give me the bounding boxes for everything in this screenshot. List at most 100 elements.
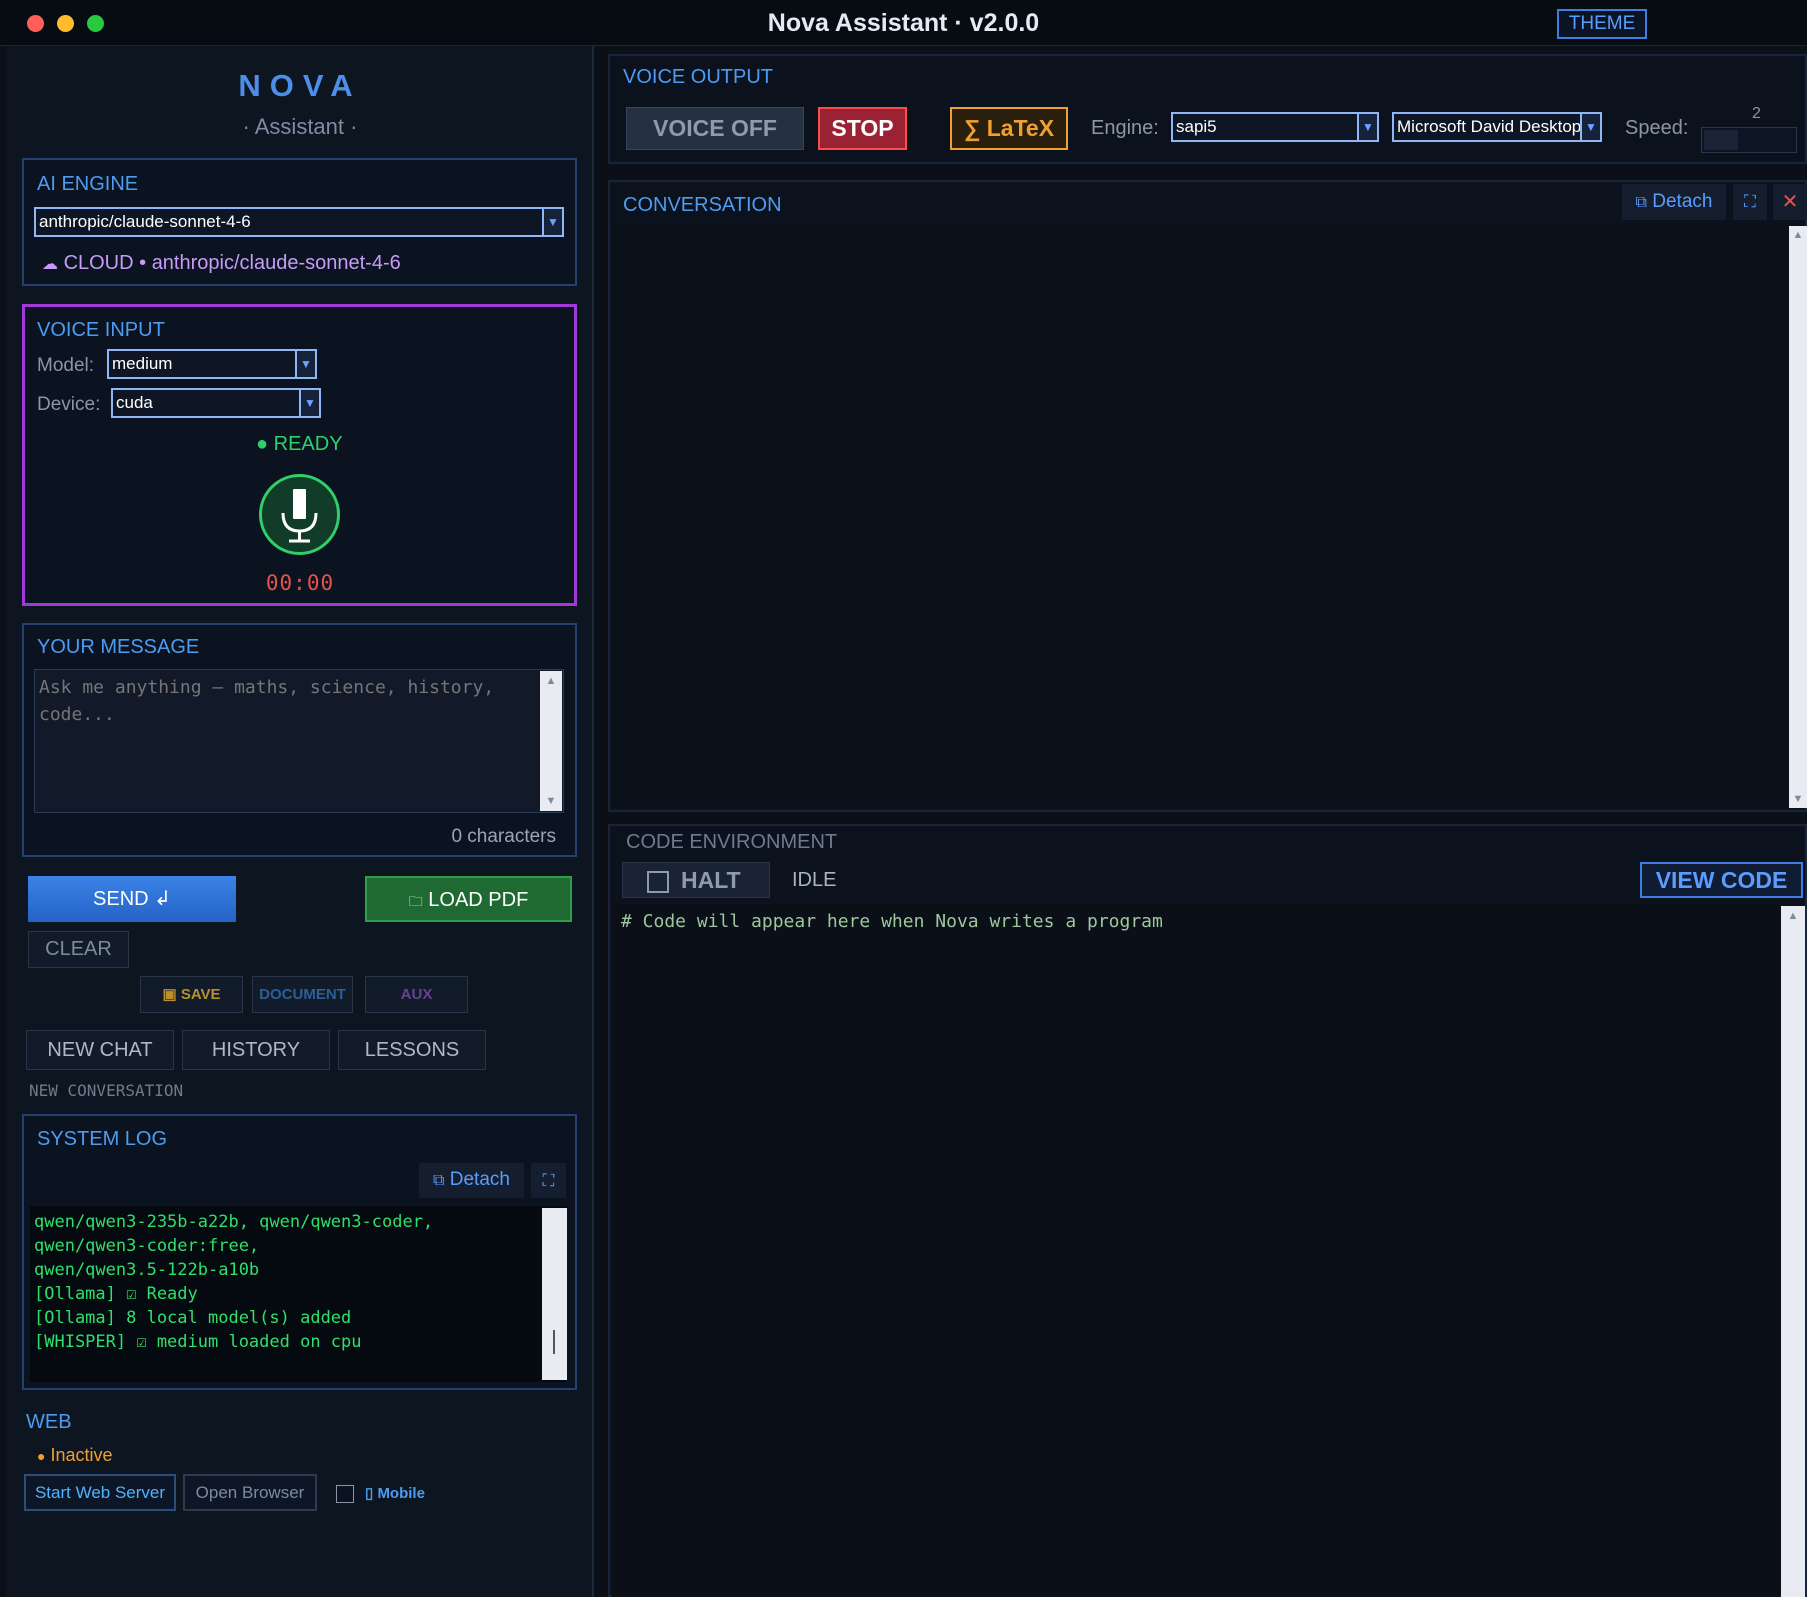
code-placeholder: # Code will appear here when Nova writes… bbox=[621, 911, 1163, 932]
close-icon[interactable]: ✕ bbox=[1773, 184, 1807, 220]
tts-engine-select[interactable]: sapi5 ▼ bbox=[1171, 112, 1379, 142]
device-select[interactable]: cuda ▼ bbox=[111, 388, 321, 418]
model-label: Model: bbox=[37, 355, 95, 376]
microphone-button[interactable] bbox=[259, 474, 340, 555]
view-code-button[interactable]: VIEW CODE bbox=[1640, 862, 1803, 898]
start-web-server-button[interactable]: Start Web Server bbox=[24, 1474, 176, 1511]
open-browser-button[interactable]: Open Browser bbox=[183, 1474, 317, 1511]
brand-subtitle: · Assistant · bbox=[242, 114, 358, 139]
web-status: ● Inactive bbox=[37, 1445, 113, 1466]
send-button[interactable]: SEND ↲ bbox=[28, 876, 236, 922]
new-chat-button[interactable]: NEW CHAT bbox=[26, 1030, 174, 1070]
conversation-scrollbar[interactable]: ▲ ▼ bbox=[1789, 226, 1807, 808]
halt-button[interactable]: HALT bbox=[622, 862, 770, 898]
log-line: [Ollama] 8 local model(s) added bbox=[34, 1308, 352, 1328]
conversation-status: NEW CONVERSATION bbox=[29, 1081, 184, 1100]
tts-voice-value: Microsoft David Desktop bbox=[1397, 117, 1582, 136]
char-count: 0 characters bbox=[451, 826, 556, 847]
mobile-label-text: Mobile bbox=[377, 1485, 425, 1502]
code-environment-title: CODE ENVIRONMENT bbox=[626, 831, 838, 853]
speed-slider[interactable] bbox=[1701, 127, 1797, 153]
message-scrollbar[interactable]: ▲ ▼ bbox=[540, 671, 562, 811]
chevron-down-icon[interactable]: ▼ bbox=[1357, 114, 1377, 140]
save-button[interactable]: ▣ SAVE bbox=[140, 976, 243, 1013]
scroll-up-icon[interactable]: ▲ bbox=[1781, 910, 1805, 922]
web-status-text: Inactive bbox=[50, 1445, 113, 1465]
history-button[interactable]: HISTORY bbox=[182, 1030, 330, 1070]
conversation-display bbox=[612, 224, 1788, 808]
scroll-up-icon[interactable]: ▲ bbox=[540, 675, 562, 687]
detach-icon: ⧉ bbox=[1635, 194, 1647, 211]
speed-value: 2 bbox=[1752, 105, 1761, 122]
code-editor[interactable] bbox=[612, 904, 1780, 1597]
voice-input-title: VOICE INPUT bbox=[37, 319, 165, 341]
chevron-down-icon[interactable]: ▼ bbox=[1580, 114, 1600, 140]
voice-status: ● READY bbox=[256, 433, 343, 455]
tts-voice-select[interactable]: Microsoft David Desktop ▼ bbox=[1392, 112, 1602, 142]
save-label: SAVE bbox=[180, 986, 221, 1003]
ai-engine-title: AI ENGINE bbox=[37, 173, 139, 195]
mobile-checkbox[interactable] bbox=[336, 1485, 354, 1503]
ai-model-select[interactable]: anthropic/claude-sonnet-4-6 ▼ bbox=[34, 207, 564, 237]
log-scrollbar[interactable] bbox=[542, 1208, 567, 1380]
log-line: [WHISPER] ☑ medium loaded on cpu bbox=[34, 1332, 362, 1352]
load-pdf-button[interactable]: 🗀 LOAD PDF bbox=[365, 876, 572, 922]
voice-toggle-button[interactable]: VOICE OFF bbox=[626, 107, 804, 150]
code-scrollbar[interactable]: ▲ bbox=[1781, 906, 1805, 1597]
brand-name: NOVA bbox=[238, 68, 362, 103]
engine-label: Engine: bbox=[1091, 117, 1159, 139]
log-line: [Ollama] ☑ Ready bbox=[34, 1284, 198, 1304]
message-title: YOUR MESSAGE bbox=[37, 636, 200, 658]
log-detach-label: Detach bbox=[449, 1169, 510, 1190]
recording-timer: 00:00 bbox=[265, 571, 335, 595]
document-button[interactable]: DOCUMENT bbox=[252, 976, 353, 1013]
detach-icon: ⧉ bbox=[433, 1172, 445, 1189]
scroll-thumb[interactable] bbox=[553, 1330, 555, 1354]
theme-button[interactable]: THEME bbox=[1557, 9, 1647, 39]
log-line: qwen/qwen3-coder:free, bbox=[34, 1236, 260, 1256]
log-detach-button[interactable]: ⧉ Detach bbox=[419, 1163, 524, 1198]
latex-button[interactable]: ∑ LaTeX bbox=[950, 107, 1068, 150]
ai-model-value: anthropic/claude-sonnet-4-6 bbox=[39, 212, 251, 231]
folder-icon: 🗀 bbox=[408, 893, 423, 909]
ai-engine-status: ☁ CLOUD • anthropic/claude-sonnet-4-6 bbox=[42, 252, 401, 275]
whisper-model-value: medium bbox=[112, 354, 173, 373]
chevron-down-icon[interactable]: ▼ bbox=[295, 351, 315, 377]
cloud-icon: ☁ bbox=[42, 256, 58, 273]
device-value: cuda bbox=[116, 393, 153, 412]
window-title: Nova Assistant · v2.0.0 bbox=[767, 9, 1040, 37]
phone-icon: ▯ bbox=[365, 1485, 374, 1502]
aux-button[interactable]: AUX bbox=[365, 976, 468, 1013]
chevron-down-icon[interactable]: ▼ bbox=[299, 390, 319, 416]
save-icon: ▣ bbox=[162, 986, 177, 1003]
stop-square-icon bbox=[647, 871, 669, 893]
scroll-up-icon[interactable]: ▲ bbox=[1789, 229, 1807, 241]
system-log-title: SYSTEM LOG bbox=[37, 1128, 168, 1150]
chevron-down-icon[interactable]: ▼ bbox=[542, 209, 562, 235]
conversation-detach-button[interactable]: ⧉ Detach bbox=[1622, 184, 1726, 220]
expand-icon[interactable]: ⛶ bbox=[531, 1163, 566, 1198]
log-line: qwen/qwen3-235b-a22b, qwen/qwen3-coder, bbox=[34, 1212, 434, 1232]
conversation-detach-label: Detach bbox=[1652, 191, 1713, 212]
status-dot-icon: ● bbox=[37, 1448, 46, 1464]
log-line: qwen/qwen3.5-122b-a10b bbox=[34, 1260, 260, 1280]
ai-engine-status-text: CLOUD • anthropic/claude-sonnet-4-6 bbox=[63, 252, 401, 274]
speed-label: Speed: bbox=[1625, 117, 1689, 139]
scroll-down-icon[interactable]: ▼ bbox=[1789, 793, 1807, 805]
voice-output-title: VOICE OUTPUT bbox=[623, 66, 774, 88]
message-input[interactable] bbox=[34, 669, 564, 813]
whisper-model-select[interactable]: medium ▼ bbox=[107, 349, 317, 379]
system-log-output: qwen/qwen3-235b-a22b, qwen/qwen3-coder, … bbox=[30, 1206, 567, 1382]
conversation-title: CONVERSATION bbox=[623, 194, 782, 216]
slider-handle[interactable] bbox=[1704, 130, 1738, 150]
device-label: Device: bbox=[37, 394, 101, 415]
stop-button[interactable]: STOP bbox=[818, 107, 907, 150]
web-title: WEB bbox=[26, 1411, 72, 1433]
lessons-button[interactable]: LESSONS bbox=[338, 1030, 486, 1070]
code-state: IDLE bbox=[792, 869, 837, 891]
expand-icon[interactable]: ⛶ bbox=[1733, 184, 1767, 220]
load-pdf-label: LOAD PDF bbox=[428, 889, 529, 911]
scroll-down-icon[interactable]: ▼ bbox=[540, 795, 562, 807]
halt-label: HALT bbox=[681, 867, 741, 893]
clear-button[interactable]: CLEAR bbox=[28, 931, 129, 968]
